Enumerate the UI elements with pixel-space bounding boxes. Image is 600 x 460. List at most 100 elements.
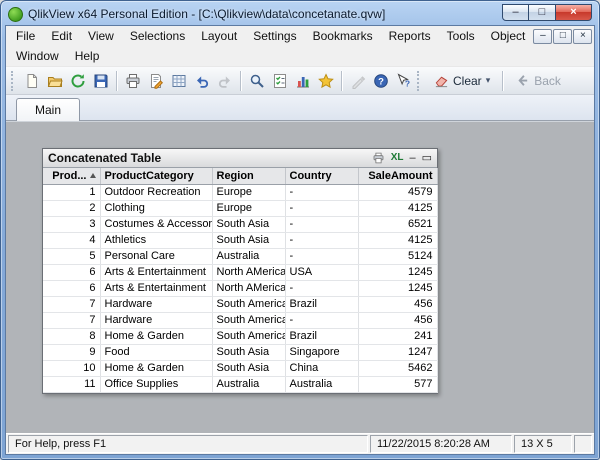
toolbar-print-button[interactable] — [121, 69, 144, 92]
table-cell[interactable]: - — [285, 248, 359, 265]
table-cell[interactable]: - — [285, 312, 359, 329]
toolbar-undo-button[interactable] — [190, 69, 213, 92]
table-cell[interactable]: Athletics — [100, 232, 213, 249]
table-cell[interactable]: 1247 — [358, 344, 438, 361]
title-bar[interactable]: QlikView x64 Personal Edition - [C:\Qlik… — [5, 3, 595, 25]
table-cell[interactable]: South Asia — [212, 232, 286, 249]
table-cell[interactable]: 456 — [358, 296, 438, 313]
clear-button[interactable]: Clear ▾ — [426, 70, 498, 92]
table-cell[interactable]: Australia — [212, 248, 286, 265]
toolbar-current-selections-button[interactable] — [268, 69, 291, 92]
toolbar-drag-handle[interactable] — [417, 70, 422, 91]
excel-export-icon[interactable]: XL — [391, 153, 404, 163]
table-cell[interactable]: 1245 — [358, 280, 438, 297]
table-cell[interactable]: South Asia — [212, 344, 286, 361]
table-cell[interactable]: 1245 — [358, 264, 438, 281]
toolbar-design-toggle-button[interactable] — [167, 69, 190, 92]
close-button[interactable]: × — [556, 3, 592, 21]
table-cell[interactable]: South Asia — [212, 216, 286, 233]
table-cell[interactable]: 5124 — [358, 248, 438, 265]
table-cell[interactable]: 7 — [43, 312, 101, 329]
table-cell[interactable]: China — [285, 360, 359, 377]
table-cell[interactable]: South America — [212, 312, 286, 329]
table-cell[interactable]: 6521 — [358, 216, 438, 233]
table-cell[interactable]: Personal Care — [100, 248, 213, 265]
table-cell[interactable]: - — [285, 280, 359, 297]
tab-main[interactable]: Main — [16, 98, 81, 121]
column-header-saleamount[interactable]: SaleAmount — [358, 168, 438, 185]
table-cell[interactable]: 6 — [43, 264, 101, 281]
table-cell[interactable]: Singapore — [285, 344, 359, 361]
toolbar-notes-button[interactable] — [346, 69, 369, 92]
table-cell[interactable]: Office Supplies — [100, 376, 213, 393]
menu-item-help[interactable]: Help — [67, 46, 108, 66]
table-cell[interactable]: Europe — [212, 184, 286, 201]
table-cell[interactable]: South Asia — [212, 360, 286, 377]
print-icon[interactable] — [372, 152, 385, 164]
menu-item-reports[interactable]: Reports — [381, 26, 439, 46]
table-cell[interactable]: 456 — [358, 312, 438, 329]
toolbar-reload-button[interactable] — [66, 69, 89, 92]
table-cell[interactable]: - — [285, 200, 359, 217]
table-restore-icon[interactable]: ▭ — [422, 152, 432, 164]
table-cell[interactable]: Home & Garden — [100, 360, 213, 377]
table-cell[interactable]: 4125 — [358, 232, 438, 249]
menu-item-bookmarks[interactable]: Bookmarks — [305, 26, 381, 46]
back-button[interactable]: Back — [507, 70, 569, 92]
table-minimize-icon[interactable]: – — [409, 152, 415, 164]
toolbar-help-button[interactable]: ? — [369, 69, 392, 92]
table-cell[interactable]: 9 — [43, 344, 101, 361]
table-cell[interactable]: 241 — [358, 328, 438, 345]
mdi-close-button[interactable]: × — [573, 28, 593, 44]
menu-item-object[interactable]: Object — [483, 26, 534, 46]
toolbar-open-button[interactable] — [43, 69, 66, 92]
toolbar-context-help-button[interactable]: ? — [392, 69, 415, 92]
table-caption-bar[interactable]: Concatenated Table XL – ▭ — [43, 149, 437, 168]
column-header-country[interactable]: Country — [285, 168, 359, 185]
table-cell[interactable]: 10 — [43, 360, 101, 377]
table-cell[interactable]: Australia — [212, 376, 286, 393]
table-cell[interactable]: Brazil — [285, 328, 359, 345]
table-cell[interactable]: 4 — [43, 232, 101, 249]
table-cell[interactable]: 7 — [43, 296, 101, 313]
table-cell[interactable]: 4579 — [358, 184, 438, 201]
table-cell[interactable]: North AMerica — [212, 280, 286, 297]
table-cell[interactable]: USA — [285, 264, 359, 281]
toolbar-quick-chart-button[interactable] — [291, 69, 314, 92]
table-cell[interactable]: Brazil — [285, 296, 359, 313]
menu-item-window[interactable]: Window — [8, 46, 67, 66]
table-cell[interactable]: Australia — [285, 376, 359, 393]
menu-item-edit[interactable]: Edit — [43, 26, 80, 46]
table-cell[interactable]: - — [285, 184, 359, 201]
table-cell[interactable]: Outdoor Recreation — [100, 184, 213, 201]
table-cell[interactable]: 577 — [358, 376, 438, 393]
toolbar-drag-handle[interactable] — [11, 70, 16, 91]
table-cell[interactable]: 4125 — [358, 200, 438, 217]
minimize-button[interactable]: – — [502, 3, 529, 21]
table-cell[interactable]: 11 — [43, 376, 101, 393]
toolbar-new-file-button[interactable] — [20, 69, 43, 92]
column-header-prod[interactable]: Prod... — [43, 168, 101, 185]
menu-item-view[interactable]: View — [80, 26, 122, 46]
table-cell[interactable]: 5 — [43, 248, 101, 265]
menu-item-settings[interactable]: Settings — [245, 26, 304, 46]
toolbar-save-button[interactable] — [89, 69, 112, 92]
toolbar-redo-button[interactable] — [213, 69, 236, 92]
table-cell[interactable]: Arts & Entertainment — [100, 280, 213, 297]
table-cell[interactable]: South America — [212, 296, 286, 313]
table-cell[interactable]: Hardware — [100, 312, 213, 329]
table-cell[interactable]: 8 — [43, 328, 101, 345]
status-resize-grip[interactable] — [574, 435, 592, 453]
mdi-restore-button[interactable]: □ — [553, 28, 573, 44]
menu-item-file[interactable]: File — [8, 26, 43, 46]
table-cell[interactable]: Arts & Entertainment — [100, 264, 213, 281]
table-cell[interactable]: Costumes & Accessories — [100, 216, 213, 233]
table-cell[interactable]: Food — [100, 344, 213, 361]
table-cell[interactable]: Home & Garden — [100, 328, 213, 345]
menu-item-selections[interactable]: Selections — [122, 26, 193, 46]
mdi-minimize-button[interactable]: – — [533, 28, 553, 44]
table-cell[interactable]: South America — [212, 328, 286, 345]
table-cell[interactable]: 5462 — [358, 360, 438, 377]
table-cell[interactable]: Hardware — [100, 296, 213, 313]
maximize-button[interactable]: □ — [529, 3, 556, 21]
